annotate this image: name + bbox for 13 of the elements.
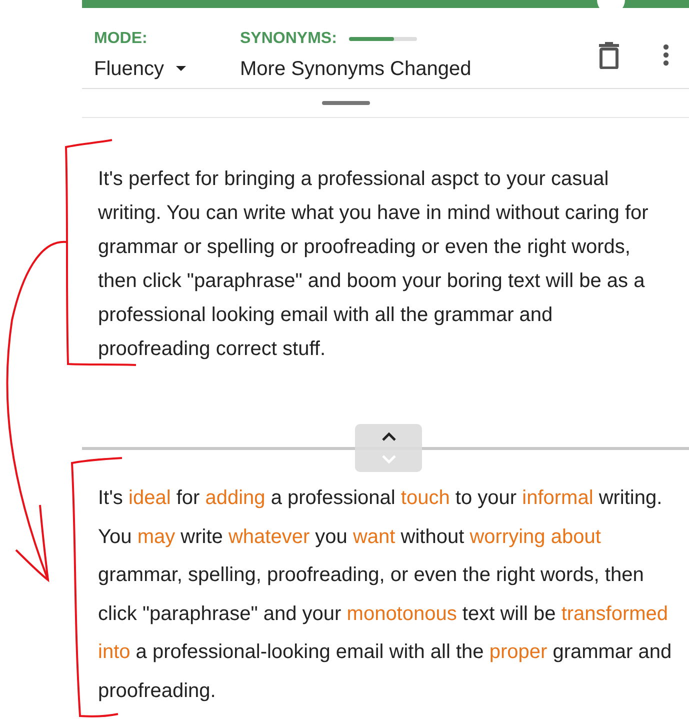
mode-label: MODE: bbox=[94, 30, 148, 48]
drag-handle[interactable] bbox=[322, 101, 370, 105]
synonyms-value: More Synonyms Changed bbox=[240, 58, 472, 80]
more-icon[interactable] bbox=[663, 44, 669, 66]
synonyms-label: SYNONYMS: bbox=[240, 30, 337, 48]
output-text[interactable]: It's ideal for adding a professional touch to your informal writing. You may write whatever you want without worrying about grammar, spelling, proofreading, or even the right words, then click "paraphrase" and your monotonous text will be transformed into a professional-looking email with all the proper grammar and proofreading. bbox=[82, 479, 688, 711]
trash-icon[interactable] bbox=[598, 41, 620, 69]
chevron-up-icon[interactable] bbox=[380, 432, 396, 442]
collapse-toggle[interactable] bbox=[355, 424, 422, 472]
caret-icon bbox=[176, 66, 186, 72]
synonyms-slider[interactable] bbox=[348, 36, 417, 40]
mode-dropdown[interactable]: Fluency bbox=[94, 58, 186, 80]
input-text[interactable]: It's perfect for bringing a professional aspct to your casual writing. You can write what you have in mind without caring for grammar or spelling or proofreading or even the right words, then click "paraphrase" and boom your boring text will be as a professional looking email with all the grammar and proofreading correct stuff. bbox=[82, 118, 658, 366]
